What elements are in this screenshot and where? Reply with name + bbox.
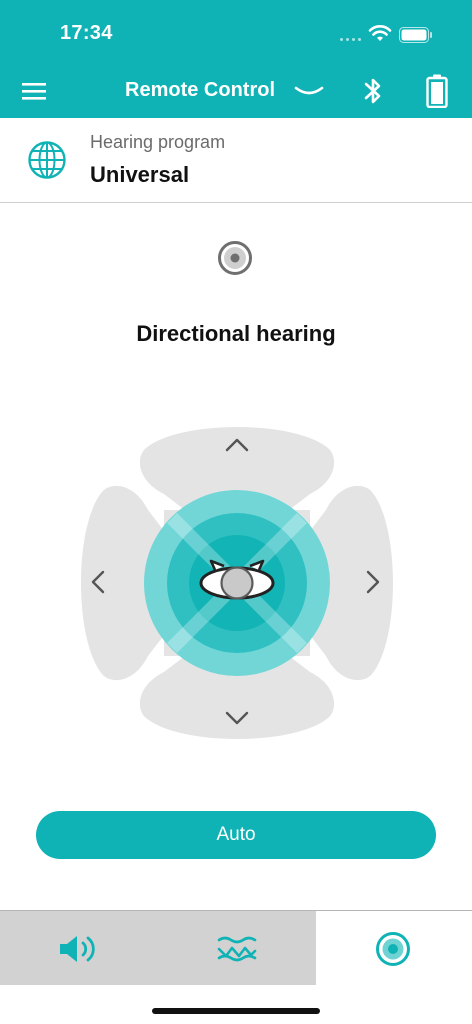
bluetooth-icon[interactable] — [361, 76, 385, 106]
globe-icon — [28, 141, 66, 179]
speaker-volume-icon — [60, 936, 95, 962]
battery-full-icon[interactable] — [426, 74, 448, 108]
tab-volume[interactable] — [0, 911, 158, 985]
hearing-program-row[interactable]: Hearing program Universal — [0, 118, 472, 203]
wifi-icon — [368, 25, 392, 41]
chevron-down-icon[interactable] — [294, 82, 324, 100]
status-bar: 17:34 — [0, 0, 472, 64]
directional-hearing-title: Directional hearing — [136, 321, 336, 346]
focus-dot-icon — [218, 241, 252, 275]
program-label: Hearing program — [90, 132, 226, 152]
app-title[interactable]: Remote Control — [125, 79, 275, 102]
waves-icon — [217, 936, 257, 962]
directional-focus-icon — [376, 932, 410, 966]
hamburger-menu-icon[interactable] — [22, 81, 46, 101]
home-indicator — [152, 1008, 320, 1014]
app-bar: Remote Control — [0, 64, 472, 118]
program-value: Universal — [90, 162, 190, 187]
tab-directional[interactable] — [316, 911, 472, 985]
tab-soundscape[interactable] — [158, 911, 316, 985]
cellular-signal-icon — [340, 38, 364, 42]
status-time: 17:34 — [60, 22, 113, 44]
auto-button[interactable]: Auto — [36, 811, 436, 859]
directional-pad[interactable] — [64, 410, 410, 756]
tab-bar — [0, 910, 472, 985]
battery-icon — [399, 27, 432, 43]
